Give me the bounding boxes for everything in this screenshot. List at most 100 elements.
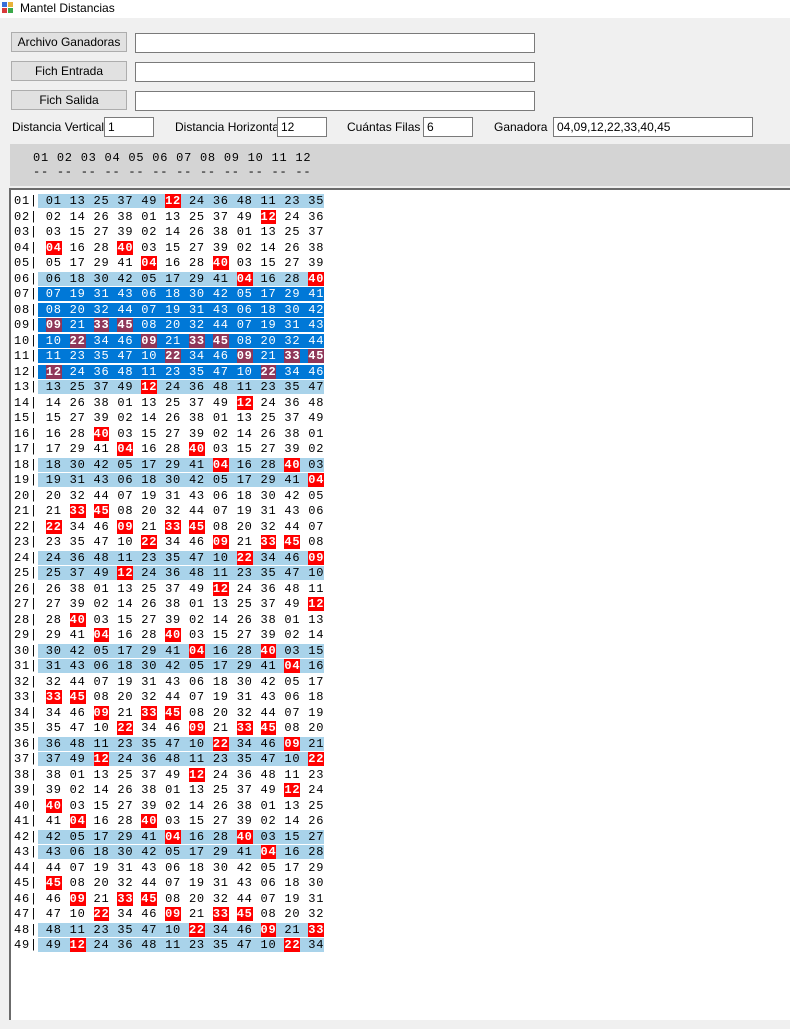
number-cell: 17 (117, 643, 142, 658)
number-cell: 41 (141, 829, 166, 844)
winning-number-cell: 12 (308, 597, 325, 611)
winning-number-cell: 45 (45, 876, 62, 890)
winning-number-cell: 40 (308, 271, 325, 286)
number-cell: 29 (69, 442, 94, 456)
winning-number-cell: 45 (284, 535, 301, 549)
cell-gap (61, 364, 70, 379)
number-cell: 11 (69, 922, 94, 937)
winning-number-cell: 09 (93, 705, 110, 720)
winning-number-cell: 12 (117, 566, 134, 580)
number-cell: 19 (93, 860, 118, 875)
number-cell: 06 (308, 504, 325, 518)
distancia-vertical-field[interactable]: 1 (104, 117, 154, 137)
winning-number-cell: 09 (188, 721, 205, 735)
grid-row: 47| 47 10 22 34 46 09 21 33 45 08 20 32 (14, 906, 324, 922)
archivo-ganadoras-button[interactable]: Archivo Ganadoras (11, 32, 127, 52)
number-cell: 23 (260, 380, 285, 394)
number-cell: 37 (260, 597, 285, 611)
number-cell: 03 (165, 814, 189, 828)
row-label: 06| (14, 271, 38, 286)
number-cell: 31 (188, 302, 213, 317)
cuantas-filas-field[interactable]: 6 (423, 117, 473, 137)
fich-entrada-field[interactable] (135, 62, 535, 82)
number-cell: 21 (37, 504, 70, 518)
number-cell: 08 (284, 721, 309, 735)
number-cell: 08 (93, 690, 118, 704)
number-cell: 01 (188, 597, 213, 611)
number-cell: 31 (165, 488, 189, 503)
number-cell: 38 (308, 240, 325, 255)
number-cell: 38 (141, 783, 166, 797)
number-cell: 08 (188, 705, 213, 720)
winning-number-cell: 12 (284, 783, 301, 797)
cell-gap (133, 520, 141, 534)
number-cell: 05 (284, 674, 309, 689)
grid-row: 42| 42 05 17 29 41 04 16 28 40 03 15 27 (14, 829, 325, 845)
number-cell: 17 (284, 860, 309, 875)
number-cell: 48 (117, 364, 142, 379)
cell-gap (157, 535, 165, 549)
ganadora-field[interactable]: 04,09,12,22,33,40,45 (553, 117, 753, 137)
cell-gap (37, 364, 46, 379)
grid-row: 12| 12 24 36 48 11 23 35 47 10 22 34 46 (14, 364, 325, 380)
number-cell: 30 (117, 845, 142, 859)
cell-gap (181, 520, 189, 534)
number-cell: 34 (308, 938, 325, 952)
row-label: 15| (14, 411, 38, 425)
number-cell: 43 (141, 860, 166, 875)
cell-gap (228, 333, 237, 348)
number-cell: 16 (308, 659, 325, 673)
number-cell: 31 (93, 287, 118, 301)
winning-number-cell: 09 (141, 333, 158, 348)
cell-gap (37, 318, 46, 332)
number-cell: 03 (69, 798, 94, 813)
winning-number-cell: 04 (117, 442, 134, 456)
cell-gap (109, 427, 117, 441)
winning-number-cell: 33 (93, 318, 110, 332)
fich-salida-field[interactable] (135, 91, 535, 111)
cell-gap (300, 349, 309, 363)
number-cell: 20 (212, 705, 237, 720)
winning-number-cell: 04 (284, 659, 301, 673)
cell-gap (276, 643, 285, 658)
number-cell: 02 (69, 783, 94, 797)
fich-salida-button[interactable]: Fich Salida (11, 90, 127, 110)
winning-number-cell: 33 (117, 891, 134, 906)
number-cell: 42 (165, 659, 189, 673)
number-cell: 25 (236, 597, 261, 611)
grid-row: 11| 11 23 35 47 10 22 34 46 09 21 33 45 (14, 348, 325, 364)
number-cell: 38 (188, 411, 213, 425)
number-cell: 30 (69, 457, 94, 472)
number-cell: 27 (284, 256, 309, 270)
number-cell: 42 (212, 287, 237, 301)
cell-gap (181, 829, 189, 844)
number-cell: 20 (188, 891, 213, 906)
output-textbox[interactable]: 01| 01 13 25 37 49 12 24 36 48 11 23 35 0… (9, 188, 790, 1020)
archivo-ganadoras-field[interactable] (135, 33, 535, 53)
number-cell: 15 (212, 628, 237, 642)
winning-number-cell: 45 (93, 504, 110, 518)
number-cell: 39 (212, 240, 237, 255)
distancia-horizontal-field[interactable]: 12 (277, 117, 327, 137)
winning-number-cell: 40 (212, 256, 229, 270)
number-cell: 02 (188, 612, 213, 627)
number-cell: 20 (165, 318, 189, 332)
number-cell: 37 (308, 225, 325, 239)
number-cell: 49 (117, 380, 142, 394)
number-cell: 44 (93, 488, 118, 503)
fich-entrada-button[interactable]: Fich Entrada (11, 61, 127, 81)
number-cell: 46 (212, 349, 237, 363)
number-cell: 47 (93, 535, 118, 549)
cell-gap (109, 907, 117, 921)
number-cell: 24 (284, 209, 309, 224)
number-cell: 11 (236, 380, 261, 394)
number-cell: 16 (188, 829, 213, 844)
number-cell: 13 (284, 798, 309, 813)
number-cell: 14 (188, 798, 213, 813)
cell-gap (276, 845, 285, 859)
number-cell: 06 (117, 473, 142, 487)
number-cell: 27 (212, 814, 237, 828)
cell-gap (300, 736, 309, 751)
number-cell: 29 (284, 287, 309, 301)
number-cell: 46 (284, 550, 309, 565)
